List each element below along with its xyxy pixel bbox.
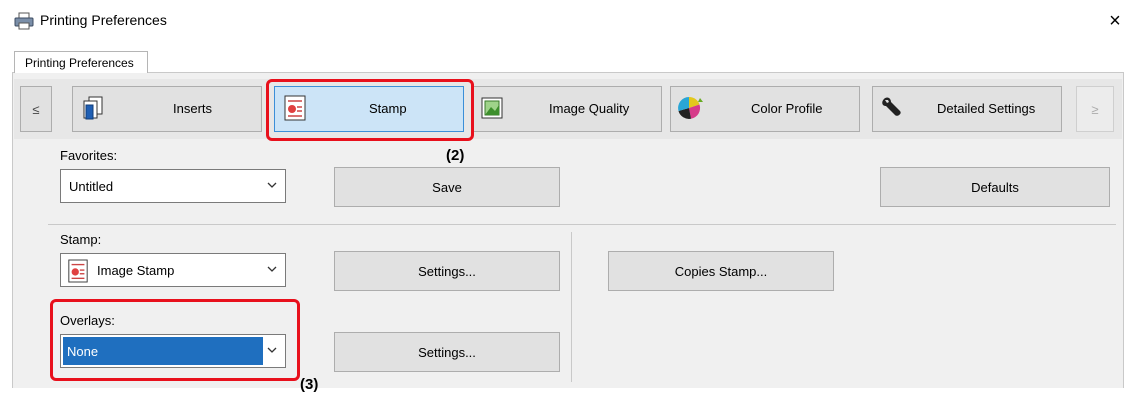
defaults-button[interactable]: Defaults xyxy=(880,167,1110,207)
prev-label: ≤ xyxy=(32,101,40,117)
toolbar-detailed-settings-button[interactable]: Detailed Settings xyxy=(872,86,1062,132)
stamp-settings-label: Settings... xyxy=(418,263,476,279)
toolbar-inserts-button[interactable]: Inserts xyxy=(72,86,262,132)
vertical-divider xyxy=(571,232,572,382)
inserts-label: Inserts xyxy=(173,101,213,116)
stamp-value: Image Stamp xyxy=(97,263,175,278)
next-button[interactable]: ≥ xyxy=(1076,86,1114,132)
color-profile-icon xyxy=(678,96,703,119)
callout-3: (3) xyxy=(300,376,319,393)
printer-icon xyxy=(14,12,34,30)
window-title: Printing Preferences xyxy=(40,12,167,28)
overlays-settings-label: Settings... xyxy=(418,344,476,360)
next-label: ≥ xyxy=(1091,101,1099,117)
chevron-down-icon xyxy=(267,266,277,272)
stamp-dropdown[interactable]: Image Stamp xyxy=(60,253,286,287)
color-profile-label: Color Profile xyxy=(751,101,823,116)
stamp-settings-button[interactable]: Settings... xyxy=(334,251,560,291)
stamp-field-label: Stamp: xyxy=(60,232,102,247)
favorites-dropdown[interactable]: Untitled xyxy=(60,169,286,203)
inserts-icon xyxy=(83,96,103,120)
stamp-icon xyxy=(68,259,88,283)
stamp-highlight xyxy=(266,79,474,141)
wrench-icon xyxy=(882,97,901,116)
defaults-label: Defaults xyxy=(971,179,1019,195)
copies-stamp-label: Copies Stamp... xyxy=(674,263,768,279)
tab-printing-preferences[interactable]: Printing Preferences xyxy=(14,51,148,73)
detailed-settings-label: Detailed Settings xyxy=(937,101,1036,116)
title-bar xyxy=(0,0,1132,44)
favorites-value: Untitled xyxy=(69,179,114,194)
save-label: Save xyxy=(432,179,462,195)
toolbar-color-profile-button[interactable]: Color Profile xyxy=(670,86,860,132)
favorites-label: Favorites: xyxy=(60,148,118,163)
prev-button[interactable]: ≤ xyxy=(20,86,52,132)
image-quality-label: Image Quality xyxy=(549,101,630,116)
copies-stamp-button[interactable]: Copies Stamp... xyxy=(608,251,834,291)
close-button[interactable]: × xyxy=(1104,8,1126,34)
chevron-down-icon xyxy=(267,182,277,188)
toolbar-image-quality-button[interactable]: Image Quality xyxy=(472,86,662,132)
section-divider xyxy=(48,224,1116,225)
overlays-highlight xyxy=(50,299,300,381)
image-quality-icon xyxy=(481,97,503,119)
overlays-settings-button[interactable]: Settings... xyxy=(334,332,560,372)
save-button[interactable]: Save xyxy=(334,167,560,207)
callout-2: (2) xyxy=(446,147,465,164)
